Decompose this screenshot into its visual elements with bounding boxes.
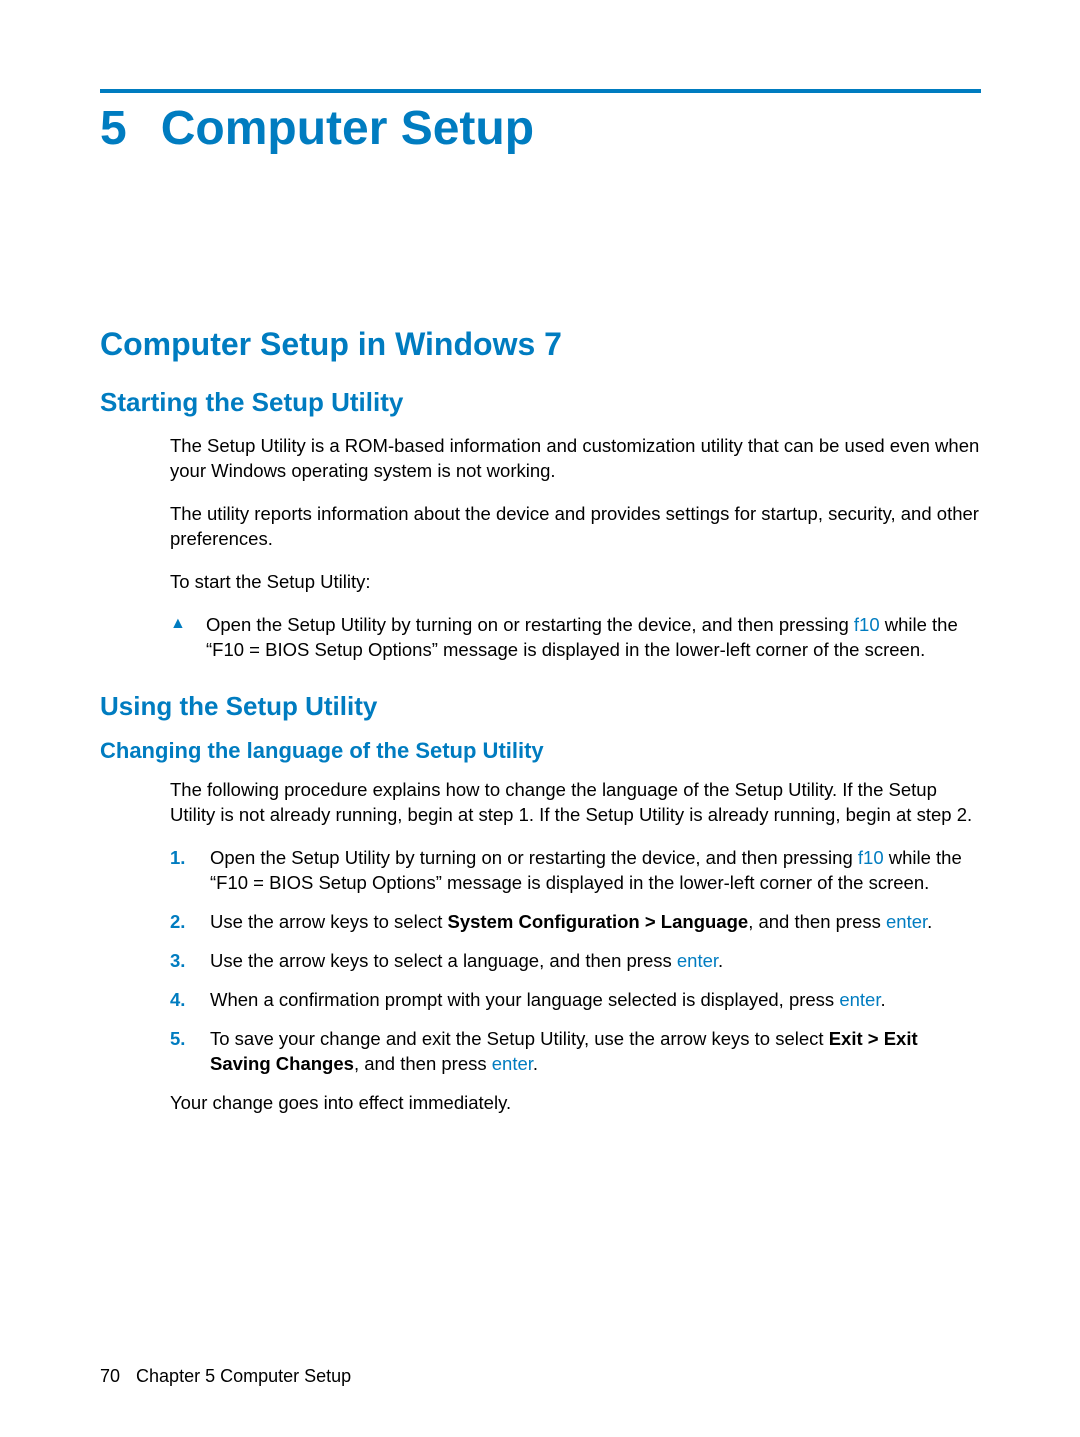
paragraph: To start the Setup Utility: [170,570,981,595]
text-run: . [533,1053,538,1074]
list-item: 2. Use the arrow keys to select System C… [170,910,981,935]
step-text: To save your change and exit the Setup U… [210,1027,981,1077]
chapter-header: 5 Computer Setup [100,101,981,156]
list-item: 1. Open the Setup Utility by turning on … [170,846,981,896]
text-run: , and then press [748,911,886,932]
ordered-list: 1. Open the Setup Utility by turning on … [170,846,981,1077]
page-number: 70 [100,1366,120,1387]
text-run: To save your change and exit the Setup U… [210,1028,829,1049]
text-run: Open the Setup Utility by turning on or … [206,614,854,635]
step-text: Use the arrow keys to select System Conf… [210,910,932,935]
paragraph: The following procedure explains how to … [170,778,981,828]
section-starting-setup: Starting the Setup Utility The Setup Uti… [100,387,981,663]
section-heading-changing-language: Changing the language of the Setup Utili… [100,738,981,764]
keyboard-key: enter [839,989,880,1010]
text-run: Open the Setup Utility by turning on or … [210,847,858,868]
step-number: 4. [170,988,192,1013]
text-run: Use the arrow keys to select a language,… [210,950,677,971]
step-number: 2. [170,910,192,935]
list-item: 5. To save your change and exit the Setu… [170,1027,981,1077]
section-heading-using: Using the Setup Utility [100,691,981,722]
chapter-rule [100,89,981,93]
step-text: Use the arrow keys to select a language,… [210,949,723,974]
chapter-title: Computer Setup [161,101,534,156]
footer-chapter-label: Chapter 5 Computer Setup [136,1366,351,1387]
bullet-text: Open the Setup Utility by turning on or … [206,613,981,663]
keyboard-key: enter [677,950,718,971]
keyboard-key: f10 [854,614,880,635]
text-run: . [927,911,932,932]
step-number: 5. [170,1027,192,1077]
paragraph: Your change goes into effect immediately… [170,1091,981,1116]
section-using-setup: Using the Setup Utility Changing the lan… [100,691,981,1116]
bold-text: System Configuration > Language [448,911,749,932]
paragraph: The Setup Utility is a ROM-based informa… [170,434,981,484]
keyboard-key: enter [492,1053,533,1074]
text-run: , and then press [354,1053,492,1074]
text-run: . [880,989,885,1010]
keyboard-key: f10 [858,847,884,868]
list-item: 3. Use the arrow keys to select a langua… [170,949,981,974]
section-heading-starting: Starting the Setup Utility [100,387,981,418]
page-footer: 70 Chapter 5 Computer Setup [100,1366,351,1387]
step-text: When a confirmation prompt with your lan… [210,988,886,1013]
chapter-number: 5 [100,101,127,156]
text-run: Use the arrow keys to select [210,911,448,932]
paragraph: The utility reports information about th… [170,502,981,552]
step-number: 3. [170,949,192,974]
list-item: 4. When a confirmation prompt with your … [170,988,981,1013]
bullet-list: ▲ Open the Setup Utility by turning on o… [170,613,981,663]
text-run: When a confirmation prompt with your lan… [210,989,839,1010]
keyboard-key: enter [886,911,927,932]
step-number: 1. [170,846,192,896]
bullet-item: ▲ Open the Setup Utility by turning on o… [170,613,981,663]
section-heading-main: Computer Setup in Windows 7 [100,326,981,363]
step-text: Open the Setup Utility by turning on or … [210,846,981,896]
triangle-bullet-icon: ▲ [170,613,186,663]
text-run: . [718,950,723,971]
